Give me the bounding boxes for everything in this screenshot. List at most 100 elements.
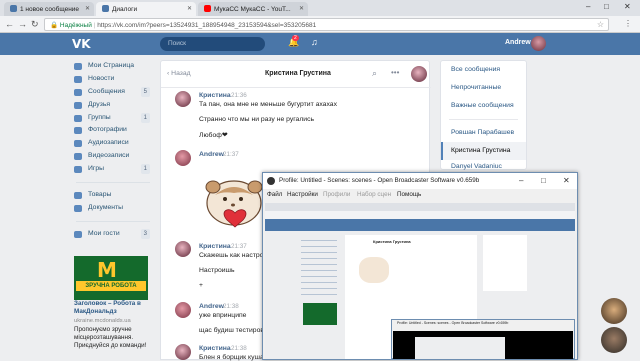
chat-bubble-avatar[interactable] xyxy=(601,327,627,353)
obs-logo-icon xyxy=(267,177,275,185)
message-author[interactable]: Andrew xyxy=(199,151,224,158)
menu-item-label: Товары xyxy=(88,191,112,199)
message-time[interactable]: 21:38 xyxy=(231,345,247,352)
groups-icon xyxy=(74,114,82,122)
left-menu: Мои Страница Новости Сообщения 5 Друзья Г… xyxy=(72,60,154,241)
count-badge: 1 xyxy=(140,112,150,123)
message-time[interactable]: 21:36 xyxy=(231,92,247,99)
nested-ad xyxy=(303,303,337,325)
menu-item-my-page[interactable]: Мои Страница xyxy=(72,60,154,73)
message-author[interactable]: Кристина xyxy=(199,243,231,250)
count-badge: 5 xyxy=(140,86,150,97)
obs-menu-file[interactable]: Файл xyxy=(267,191,282,198)
message-author[interactable]: Кристина xyxy=(199,92,231,99)
message-author[interactable]: Кристина xyxy=(199,345,231,352)
avatar[interactable] xyxy=(175,91,191,107)
avatar[interactable] xyxy=(175,344,191,360)
close-tab-icon[interactable]: ✕ xyxy=(187,5,192,12)
dialog-item[interactable]: Ровшан Парабашев xyxy=(441,124,526,142)
close-window-icon[interactable]: ✕ xyxy=(563,176,570,185)
obs-preview[interactable]: Кристина Грустина Profile: Untitled - Sc… xyxy=(265,203,575,359)
forward-arrow-icon[interactable]: → xyxy=(18,19,27,29)
back-arrow-icon[interactable]: ← xyxy=(5,19,14,29)
message-text: щас будиш тестиров xyxy=(199,327,264,334)
reload-icon[interactable]: ↻ xyxy=(31,19,39,30)
video-icon xyxy=(74,153,82,161)
count-badge: 3 xyxy=(140,228,150,239)
url-text: https://vk.com/im?peers=13524931_1889549… xyxy=(97,22,317,29)
message-icon xyxy=(74,88,82,96)
message-author[interactable]: Andrew xyxy=(199,303,224,310)
address-bar: ← → ↻ 🔒 Надёжный | https://vk.com/im?pee… xyxy=(0,16,640,33)
filter-important[interactable]: Важные сообщения xyxy=(441,97,526,115)
menu-item-photos[interactable]: Фотографии xyxy=(72,124,154,137)
menu-divider xyxy=(76,182,150,184)
menu-item-news[interactable]: Новости xyxy=(72,73,154,86)
minimize-icon[interactable]: – xyxy=(586,2,590,11)
peer-avatar[interactable] xyxy=(411,66,427,82)
browser-tab-3[interactable]: МукаСС МукаСС - YouT... ✕ xyxy=(198,2,308,16)
user-name[interactable]: Andrew xyxy=(505,39,531,46)
obs-menu-scene-collection[interactable]: Набор сцен xyxy=(357,191,391,198)
bookmark-star-icon[interactable]: ☆ xyxy=(597,20,604,29)
avatar[interactable] xyxy=(175,150,191,166)
menu-item-guests[interactable]: Мои гости 3 xyxy=(72,228,154,241)
menu-item-video[interactable]: Видеозаписи xyxy=(72,150,154,163)
minimize-icon[interactable]: – xyxy=(519,176,523,185)
browser-tab-2[interactable]: Диалоги ✕ xyxy=(96,2,196,16)
obs-menu-profiles[interactable]: Профили xyxy=(323,191,350,198)
message-time[interactable]: 21:37 xyxy=(231,243,247,250)
user-avatar[interactable] xyxy=(531,36,546,51)
menu-dots-icon[interactable]: ⋮ xyxy=(624,19,632,28)
dialog-filter-panel: Все сообщения Непрочитанные Важные сообщ… xyxy=(440,60,527,170)
guests-icon xyxy=(74,230,82,238)
avatar[interactable] xyxy=(175,302,191,318)
ad-image[interactable]: M ЗРУЧНА РОБОТА xyxy=(74,256,148,300)
notifications-badge: 2 xyxy=(292,35,299,41)
message-text: Любоф❤ xyxy=(199,132,228,139)
menu-item-groups[interactable]: Группы 1 xyxy=(72,112,154,125)
menu-item-goods[interactable]: Товары xyxy=(72,189,154,202)
menu-item-messages[interactable]: Сообщения 5 xyxy=(72,86,154,99)
close-tab-icon[interactable]: ✕ xyxy=(299,5,304,12)
obs-menu-help[interactable]: Помощь xyxy=(397,191,421,198)
obs-title-bar[interactable]: Profile: Untitled - Scenes: scenes - Ope… xyxy=(263,173,577,189)
nested-tab-bar xyxy=(265,203,575,211)
ad-title[interactable]: Заголовок – Робота в МакДональдз xyxy=(74,300,156,316)
more-dots-icon[interactable]: ••• xyxy=(391,68,399,77)
message-time[interactable]: 21:37 xyxy=(223,151,239,158)
url-input[interactable]: 🔒 Надёжный | https://vk.com/im?peers=135… xyxy=(44,18,609,31)
maximize-icon[interactable]: □ xyxy=(541,176,546,185)
camera-icon xyxy=(74,127,82,135)
ad-band-text: ЗРУЧНА РОБОТА xyxy=(76,281,146,291)
filter-unread[interactable]: Непрочитанные xyxy=(441,79,526,97)
back-button[interactable]: ‹ Назад xyxy=(167,70,191,77)
nested-obs-title: Profile: Untitled - Scenes: scenes - Ope… xyxy=(397,321,509,325)
new-tab-button[interactable] xyxy=(310,2,326,16)
message-text: Странно что мы ни разу не ругались xyxy=(199,116,315,123)
close-tab-icon[interactable]: ✕ xyxy=(85,5,90,12)
message-time[interactable]: 21:38 xyxy=(223,303,239,310)
search-icon[interactable]: ⌕ xyxy=(372,68,377,79)
chat-bubble-avatar[interactable] xyxy=(601,298,627,324)
filter-all-messages[interactable]: Все сообщения xyxy=(441,61,526,79)
menu-item-games[interactable]: Игры 1 xyxy=(72,163,154,176)
avatar[interactable] xyxy=(175,241,191,257)
menu-item-audio[interactable]: Аудиозаписи xyxy=(72,137,154,150)
peer-name[interactable]: Кристина Грустина xyxy=(265,70,331,77)
obs-window: Profile: Untitled - Scenes: scenes - Ope… xyxy=(262,172,578,360)
vk-logo-icon[interactable]: VK xyxy=(72,37,94,51)
menu-item-friends[interactable]: Друзья xyxy=(72,99,154,112)
secure-label: Надёжный xyxy=(59,22,92,29)
maximize-icon[interactable]: □ xyxy=(604,2,609,11)
obs-menu-settings[interactable]: Настройки xyxy=(287,191,318,198)
browser-tab-1[interactable]: 1 новое сообщение ✕ xyxy=(4,2,94,16)
message-text: уже впринципе xyxy=(199,312,247,319)
menu-item-documents[interactable]: Документы xyxy=(72,202,154,215)
music-icon[interactable]: ♫ xyxy=(311,37,318,47)
menu-item-label: Аудиозаписи xyxy=(88,139,129,147)
close-window-icon[interactable]: ✕ xyxy=(624,2,631,11)
vk-search-input[interactable]: Поиск xyxy=(160,37,265,51)
message-text: Настроишь xyxy=(199,267,235,274)
news-icon xyxy=(74,75,82,83)
